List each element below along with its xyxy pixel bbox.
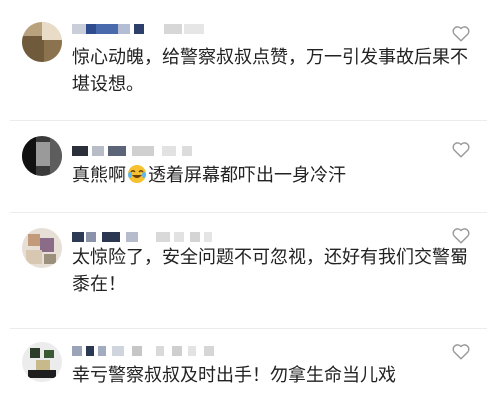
avatar[interactable] <box>22 22 62 62</box>
comment-text: 真熊啊 透着屏幕都吓出一身冷汗 <box>72 162 477 189</box>
comment-item: 真熊啊 透着屏幕都吓出一身冷汗 <box>0 120 497 214</box>
heart-outline-icon[interactable] <box>451 140 471 158</box>
laughing-crying-emoji-icon <box>127 164 147 184</box>
comment-text: 幸亏警察叔叔及时出手！勿拿生命当儿戏 <box>72 365 396 386</box>
comment-text-part: 真熊啊 <box>72 165 126 186</box>
comment-text: 太惊险了，安全问题不可忽视，还好有我们交警蜀黍在！ <box>72 247 468 295</box>
comment-text: 惊心动魄，给警察叔叔点赞，万一引发事故后果不堪设想。 <box>72 47 468 95</box>
comment-item: 太惊险了，安全问题不可忽视，还好有我们交警蜀黍在！ <box>0 212 497 334</box>
comment-text-part: 透着屏幕都吓出一身冷汗 <box>148 165 346 186</box>
avatar[interactable] <box>22 136 62 176</box>
username-blurred[interactable] <box>72 146 222 158</box>
username-blurred[interactable] <box>72 346 252 358</box>
comment-item: 幸亏警察叔叔及时出手！勿拿生命当儿戏 <box>0 328 497 408</box>
heart-outline-icon[interactable] <box>451 226 471 244</box>
avatar[interactable] <box>22 228 62 268</box>
comment-item: 惊心动魄，给警察叔叔点赞，万一引发事故后果不堪设想。 <box>0 0 497 120</box>
username-blurred[interactable] <box>72 24 222 36</box>
heart-outline-icon[interactable] <box>451 24 471 42</box>
avatar[interactable] <box>22 342 62 382</box>
heart-outline-icon[interactable] <box>451 342 471 360</box>
username-blurred[interactable] <box>72 232 232 244</box>
